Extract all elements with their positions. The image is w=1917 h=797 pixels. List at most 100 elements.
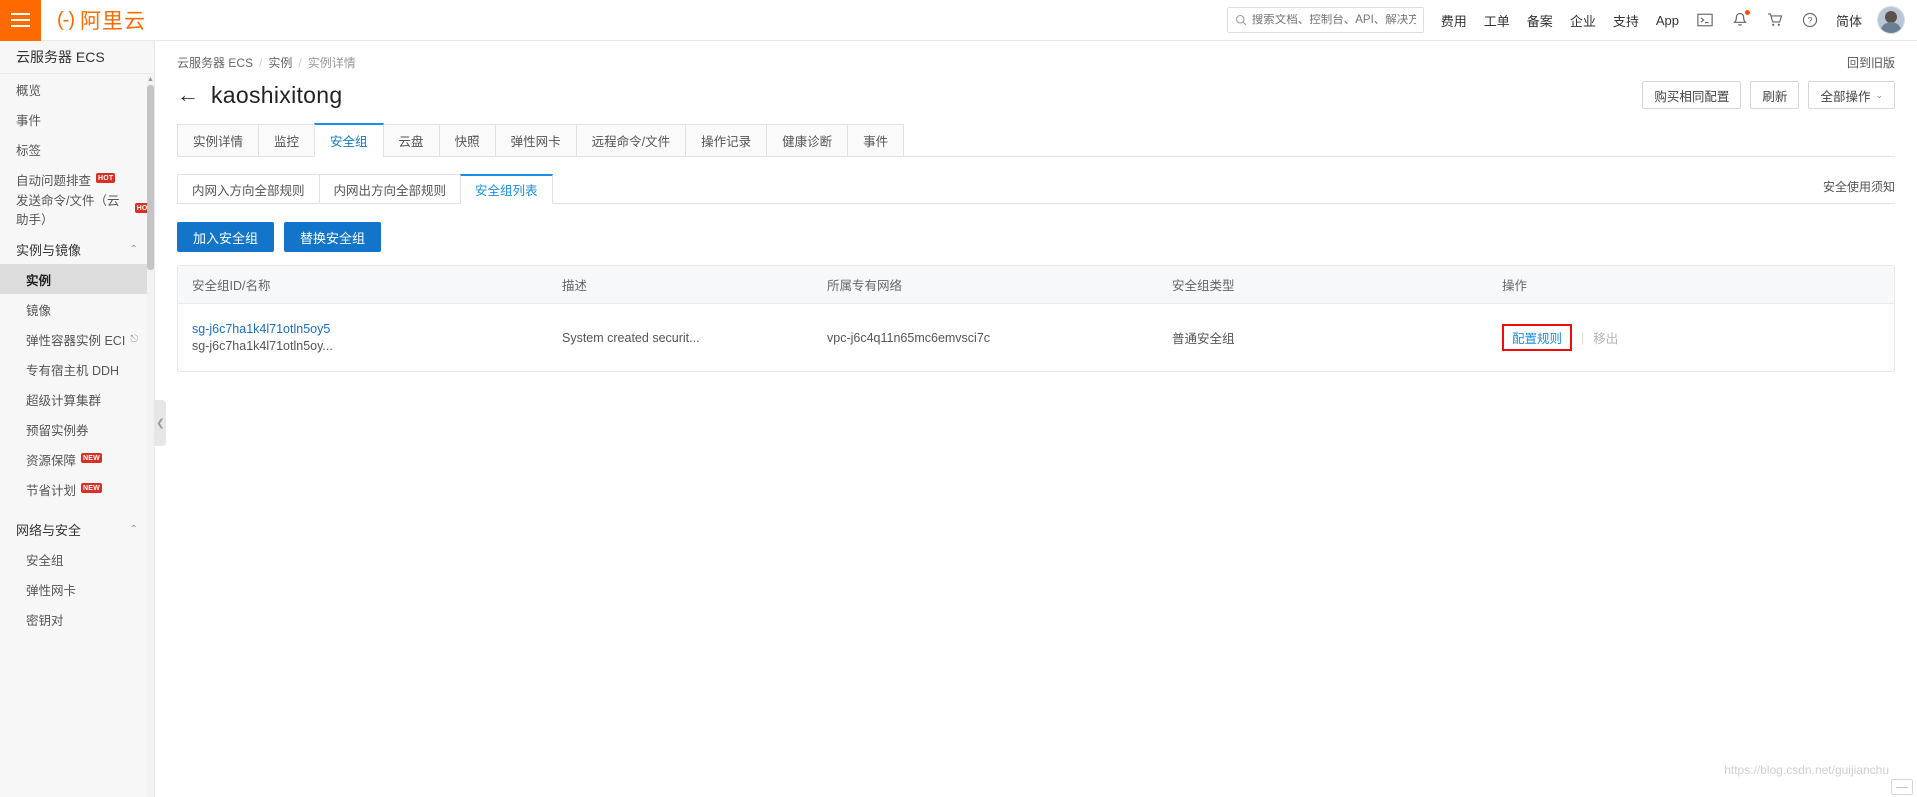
button-label: 购买相同配置 xyxy=(1654,89,1730,104)
tab-label: 安全组 xyxy=(330,135,368,149)
sidebar-scrollbar[interactable]: ▲ xyxy=(147,75,154,797)
sidebar-item-label: 安全组 xyxy=(26,553,64,568)
sidebar-item-savings-plan[interactable]: 节省计划 NEW xyxy=(0,474,154,504)
sidebar-item-tags[interactable]: 标签 xyxy=(0,134,154,164)
column-header-vpc: 所属专有网络 xyxy=(827,279,903,293)
all-actions-dropdown[interactable]: 全部操作 ⌄ xyxy=(1808,81,1895,109)
nav-link-app[interactable]: App xyxy=(1656,13,1679,28)
security-usage-notice-link[interactable]: 安全使用须知 xyxy=(1823,178,1895,203)
global-search-box[interactable] xyxy=(1226,7,1424,33)
tab-security-group[interactable]: 安全组 xyxy=(314,123,384,157)
refresh-button[interactable]: 刷新 xyxy=(1750,81,1800,109)
sidebar-item-label: 发送命令/文件（云助手） xyxy=(16,194,120,227)
tab-health-diagnosis[interactable]: 健康诊断 xyxy=(766,124,849,156)
breadcrumb-item-instances[interactable]: 实例 xyxy=(268,54,292,71)
terminal-icon[interactable] xyxy=(1696,11,1714,29)
language-switcher[interactable]: 简体 xyxy=(1836,11,1862,30)
tab-cloud-disk[interactable]: 云盘 xyxy=(382,124,440,156)
corner-widget-icon[interactable] xyxy=(1891,779,1913,795)
tab-events[interactable]: 事件 xyxy=(847,124,905,156)
column-header-sg-type: 安全组类型 xyxy=(1172,279,1235,293)
tab-remote-command-file[interactable]: 远程命令/文件 xyxy=(575,124,687,156)
sidebar-item-resource-assurance[interactable]: 资源保障 NEW xyxy=(0,444,154,474)
sidebar-item-events[interactable]: 事件 xyxy=(0,104,154,134)
subtab-security-group-list[interactable]: 安全组列表 xyxy=(460,174,553,204)
breadcrumb-separator: / xyxy=(298,55,302,70)
sidebar-item-label: 弹性网卡 xyxy=(26,583,77,598)
tab-label: 健康诊断 xyxy=(782,135,833,149)
avatar-body xyxy=(1880,22,1902,33)
notification-dot xyxy=(1744,10,1750,15)
tab-label: 快照 xyxy=(454,135,480,149)
sidebar-item-security-groups[interactable]: 安全组 xyxy=(0,544,154,574)
table-header-row: 安全组ID/名称 描述 所属专有网络 安全组类型 操作 xyxy=(178,266,1894,304)
subtab-outbound-rules[interactable]: 内网出方向全部规则 xyxy=(318,174,462,203)
breadcrumb-item-ecs[interactable]: 云服务器 ECS xyxy=(177,54,253,71)
sidebar-item-eci[interactable]: 弹性容器实例 ECI ⎋ xyxy=(0,324,154,354)
back-to-old-version-link[interactable]: 回到旧版 xyxy=(1847,54,1895,71)
sidebar-group-network-security[interactable]: 网络与安全 ⌃ xyxy=(0,514,154,544)
sidebar-item-enis[interactable]: 弹性网卡 xyxy=(0,574,154,604)
security-group-id-link[interactable]: sg-j6c7ha1k4l71otln5oy5 xyxy=(192,321,548,338)
configure-rules-link[interactable]: 配置规则 xyxy=(1512,328,1562,347)
sidebar-item-send-command[interactable]: 发送命令/文件（云助手） HOT xyxy=(0,194,154,227)
buy-same-config-button[interactable]: 购买相同配置 xyxy=(1642,81,1742,109)
nav-link-enterprise[interactable]: 企业 xyxy=(1570,11,1596,30)
sidebar-item-scc[interactable]: 超级计算集群 xyxy=(0,384,154,414)
aliyun-logo[interactable]: (-) 阿里云 xyxy=(57,5,146,35)
sidebar-item-label: 节省计划 xyxy=(26,483,77,498)
sidebar-item-reserved-instances[interactable]: 预留实例券 xyxy=(0,414,154,444)
sidebar-item-label: 镜像 xyxy=(26,303,52,318)
tab-instance-detail[interactable]: 实例详情 xyxy=(177,124,260,156)
sidebar-item-key-pairs[interactable]: 密钥对 xyxy=(0,604,154,634)
top-nav-right: 费用 工单 备案 企业 支持 App xyxy=(1226,0,1917,41)
hamburger-icon[interactable] xyxy=(0,0,41,41)
bell-icon[interactable] xyxy=(1731,10,1750,29)
subtab-label: 内网入方向全部规则 xyxy=(192,183,305,198)
help-icon[interactable]: ? xyxy=(1801,11,1819,29)
tab-label: 事件 xyxy=(863,135,889,149)
sidebar-group-label: 网络与安全 xyxy=(16,522,82,538)
tab-operation-log[interactable]: 操作记录 xyxy=(685,124,768,156)
nav-link-fees[interactable]: 费用 xyxy=(1441,11,1467,30)
subtab-inbound-rules[interactable]: 内网入方向全部规则 xyxy=(177,174,320,203)
external-link-icon: ⎋ xyxy=(130,333,139,345)
page-title: kaoshixitong xyxy=(211,81,343,108)
sidebar-item-overview[interactable]: 概览 xyxy=(0,74,154,104)
tab-monitoring[interactable]: 监控 xyxy=(258,124,316,156)
sidebar-group-label: 实例与镜像 xyxy=(16,242,82,258)
tab-bar: 实例详情 监控 安全组 云盘 快照 弹性网卡 远程命令/文件 操作记录 健康诊断… xyxy=(177,123,1895,157)
join-security-group-button[interactable]: 加入安全组 xyxy=(177,222,275,252)
avatar[interactable] xyxy=(1877,6,1905,34)
replace-security-group-button[interactable]: 替换安全组 xyxy=(284,222,382,252)
nav-link-tickets[interactable]: 工单 xyxy=(1484,11,1510,30)
cart-icon[interactable] xyxy=(1766,11,1784,29)
search-input[interactable] xyxy=(1251,14,1416,26)
nav-link-icp[interactable]: 备案 xyxy=(1527,11,1553,30)
breadcrumb-row: 云服务器 ECS / 实例 / 实例详情 回到旧版 xyxy=(155,41,1917,71)
breadcrumb: 云服务器 ECS / 实例 / 实例详情 xyxy=(177,54,356,71)
sidebar-collapse-handle[interactable]: ❮ xyxy=(155,400,166,446)
sidebar-item-instances[interactable]: 实例 xyxy=(0,264,154,294)
subtab-label: 安全组列表 xyxy=(475,184,538,198)
nav-link-support[interactable]: 支持 xyxy=(1613,11,1639,30)
back-arrow-icon[interactable]: ← xyxy=(177,84,199,106)
sidebar-item-label: 资源保障 xyxy=(26,453,77,468)
top-navigation-bar: (-) 阿里云 费用 工单 备案 企业 支持 App xyxy=(0,0,1917,41)
tab-snapshot[interactable]: 快照 xyxy=(438,124,496,156)
cell-operations: 配置规则 | 移出 xyxy=(1488,324,1788,351)
cell-description: System created securit... xyxy=(562,330,700,345)
security-group-table: 安全组ID/名称 描述 所属专有网络 安全组类型 操作 sg-j6c7ha1k4… xyxy=(177,265,1895,372)
tab-eni[interactable]: 弹性网卡 xyxy=(494,124,577,156)
tab-label: 监控 xyxy=(274,135,300,149)
svg-text:?: ? xyxy=(1807,15,1812,25)
button-label: 加入安全组 xyxy=(193,230,259,246)
sidebar-group-instances-images[interactable]: 实例与镜像 ⌃ xyxy=(0,234,154,264)
tab-label: 实例详情 xyxy=(193,135,244,149)
scrollbar-thumb[interactable] xyxy=(147,85,154,270)
sidebar-item-images[interactable]: 镜像 xyxy=(0,294,154,324)
scroll-up-arrow-icon[interactable]: ▲ xyxy=(147,76,154,83)
page-title-row: ← kaoshixitong 购买相同配置 刷新 全部操作 ⌄ xyxy=(155,71,1917,109)
sidebar-item-label: 超级计算集群 xyxy=(26,393,102,408)
sidebar-item-ddh[interactable]: 专有宿主机 DDH xyxy=(0,354,154,384)
